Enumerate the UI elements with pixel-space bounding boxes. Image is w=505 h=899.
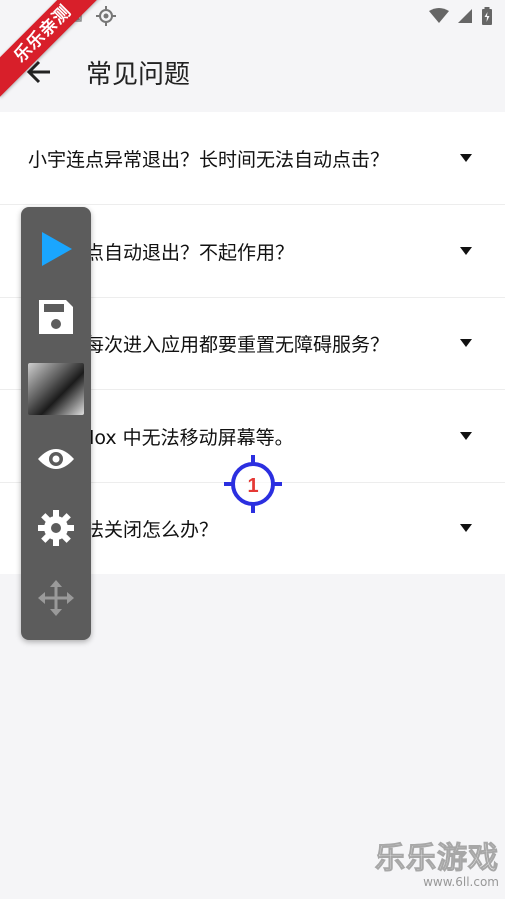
watermark-url: www.6ll.com <box>423 875 499 889</box>
location-target-icon <box>96 6 116 26</box>
triangle-down-icon[interactable] <box>460 339 472 347</box>
battery-icon <box>482 7 492 25</box>
move-handle[interactable] <box>21 577 91 619</box>
move-icon <box>38 580 74 616</box>
preview-button[interactable] <box>21 439 91 479</box>
triangle-down-icon[interactable] <box>460 154 472 162</box>
wallpaper-thumbnail[interactable] <box>21 361 91 417</box>
play-icon <box>42 232 72 266</box>
floating-control-panel[interactable] <box>21 207 91 640</box>
play-button[interactable] <box>21 229 91 269</box>
page-title: 常见问题 <box>86 60 191 90</box>
save-icon <box>39 300 73 334</box>
eye-icon <box>38 449 74 469</box>
triangle-down-icon[interactable] <box>460 247 472 255</box>
gear-icon <box>38 510 74 546</box>
thumbnail-image <box>28 363 84 415</box>
status-right-icons <box>429 7 493 25</box>
target-number: 1 <box>247 475 258 497</box>
triangle-down-icon[interactable] <box>460 432 472 440</box>
watermark: 乐乐游戏 www.6ll.com <box>375 833 500 890</box>
signal-icon <box>458 9 472 23</box>
save-button[interactable] <box>21 295 91 339</box>
triangle-down-icon[interactable] <box>460 524 472 532</box>
settings-button[interactable] <box>21 507 91 549</box>
click-target-marker[interactable]: 1 <box>223 454 283 514</box>
faq-item[interactable]: 小宇连点异常退出？长时间无法自动点击？ <box>0 112 505 205</box>
faq-question: 小宇连点异常退出？长时间无法自动点击？ <box>28 149 390 171</box>
wifi-icon <box>429 8 449 23</box>
watermark-brand: 乐乐游戏 <box>375 841 499 877</box>
app-bar: 常见问题 <box>0 34 505 112</box>
